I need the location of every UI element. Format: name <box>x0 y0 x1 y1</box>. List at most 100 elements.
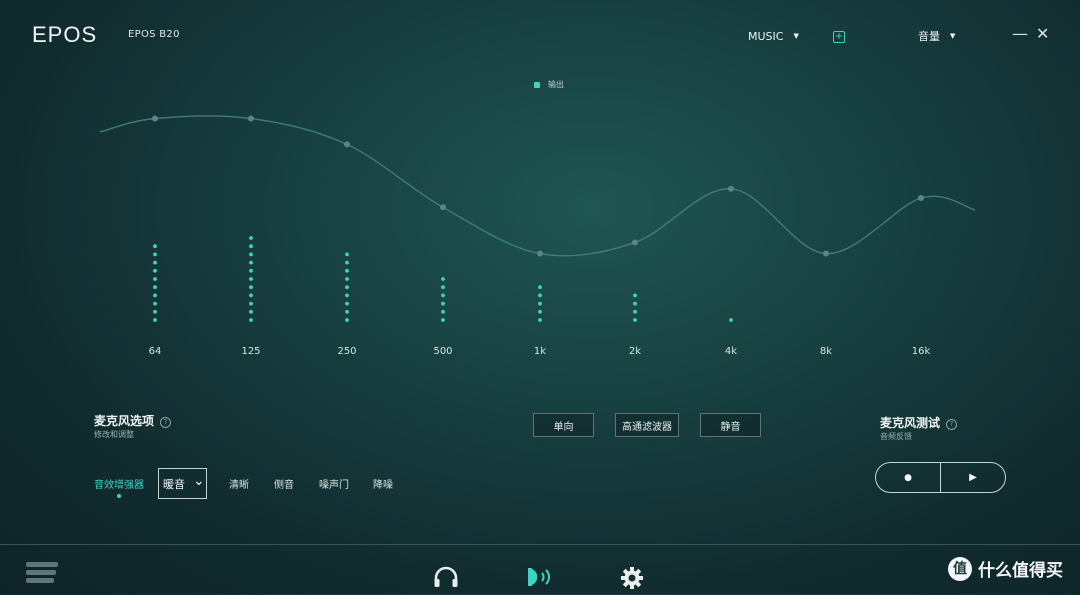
eq-handle-250[interactable] <box>344 141 350 148</box>
level-dot <box>153 252 157 257</box>
eq-handle-125[interactable] <box>248 115 254 122</box>
unidirectional-button[interactable]: 单向 <box>533 413 594 437</box>
active-tab-indicator <box>117 494 121 498</box>
eq-handle-2k[interactable] <box>632 239 638 246</box>
tab-clarity[interactable]: 清晰 <box>229 476 249 491</box>
mic-test-controls: ● ▶ <box>875 462 1006 493</box>
freq-label-8k: 8k <box>820 346 832 357</box>
level-dot <box>249 236 253 240</box>
watermark: 值 什么值得买 <box>948 556 1063 581</box>
tab-noise-gate[interactable]: 噪声门 <box>319 476 349 491</box>
tab-sidetone[interactable]: 侧音 <box>274 476 294 491</box>
level-dot <box>345 318 349 322</box>
eq-handle-1k[interactable] <box>537 250 543 257</box>
level-dot <box>441 309 445 314</box>
level-dot <box>345 309 349 314</box>
record-icon: ● <box>904 472 912 483</box>
tab-noise-reduction[interactable]: 降噪 <box>373 476 393 491</box>
mic-test-title: 麦克风测试 <box>880 416 941 430</box>
freq-label-500: 500 <box>433 346 452 357</box>
level-bar-250 <box>345 252 349 322</box>
level-dot <box>441 293 445 298</box>
level-dot <box>441 285 445 290</box>
freq-label-125: 125 <box>241 346 260 357</box>
equalizer-chart[interactable]: 64 125 250 500 1k 2k 4k 8k 16k <box>0 0 1080 370</box>
level-dot <box>345 252 349 257</box>
microphone-icon[interactable] <box>527 566 553 592</box>
help-icon[interactable]: ? <box>946 419 958 430</box>
enhancer-select[interactable]: 暖音 ⌄ <box>158 468 207 499</box>
level-dot <box>249 260 253 265</box>
tab-sound-enhancer[interactable]: 音效增强器 <box>94 476 144 491</box>
level-dot <box>538 293 542 298</box>
level-dot <box>538 318 542 322</box>
play-icon: ▶ <box>969 472 977 483</box>
help-icon[interactable]: ? <box>160 417 172 428</box>
level-dot <box>249 277 253 281</box>
headphone-icon[interactable] <box>433 566 459 593</box>
level-dot <box>153 309 157 314</box>
freq-label-64: 64 <box>149 346 162 357</box>
level-dot <box>441 277 445 281</box>
mic-options-header: 麦克风选项? 修改和调整 <box>94 412 172 440</box>
level-dot <box>249 301 253 306</box>
level-dot <box>249 309 253 314</box>
highpass-filter-button[interactable]: 高通滤波器 <box>615 413 679 437</box>
level-dot <box>345 277 349 281</box>
chevron-down-icon: ⌄ <box>193 472 205 489</box>
mic-test-subtitle: 音频反馈 <box>880 432 912 441</box>
mute-button[interactable]: 静音 <box>700 413 761 437</box>
record-button[interactable]: ● <box>876 463 941 492</box>
level-dot <box>153 260 157 265</box>
level-dot <box>153 285 157 290</box>
freq-label-16k: 16k <box>912 346 931 357</box>
level-dot <box>345 285 349 290</box>
gear-icon[interactable] <box>620 566 644 594</box>
level-dot <box>633 301 637 306</box>
level-dot <box>441 318 445 322</box>
play-button[interactable]: ▶ <box>941 463 1005 492</box>
level-dot <box>633 293 637 298</box>
eq-handle-8k[interactable] <box>823 250 829 257</box>
menu-stack-icon[interactable] <box>26 562 58 586</box>
watermark-text: 什么值得买 <box>978 561 1063 581</box>
level-dot <box>153 268 157 273</box>
level-dot <box>345 293 349 298</box>
watermark-logo-icon: 值 <box>948 556 972 581</box>
level-dot <box>153 277 157 281</box>
level-dot <box>153 244 157 249</box>
eq-handle-64[interactable] <box>152 115 158 122</box>
level-dot <box>345 301 349 306</box>
level-dot <box>633 309 637 314</box>
eq-handle-500[interactable] <box>440 204 446 211</box>
level-dot <box>249 252 253 257</box>
level-bar-2k <box>633 293 637 322</box>
level-dot <box>153 293 157 298</box>
level-bar-500 <box>441 277 445 322</box>
level-bar-64 <box>153 244 157 322</box>
level-dot <box>538 301 542 306</box>
level-dot <box>249 285 253 290</box>
freq-label-4k: 4k <box>725 346 737 357</box>
level-dot <box>153 318 157 322</box>
freq-label-2k: 2k <box>629 346 641 357</box>
level-dot <box>249 293 253 298</box>
mic-test-header: 麦克风测试? 音频反馈 <box>880 414 958 442</box>
level-dot <box>538 309 542 314</box>
eq-handle-4k[interactable] <box>728 185 734 192</box>
mic-options-title: 麦克风选项 <box>94 414 155 428</box>
level-bar-125 <box>249 236 253 322</box>
level-dot <box>153 301 157 306</box>
level-dot <box>345 260 349 265</box>
enhancer-select-value: 暖音 <box>163 477 185 491</box>
freq-label-250: 250 <box>337 346 356 357</box>
level-bar-1k <box>538 285 542 322</box>
eq-handle-16k[interactable] <box>918 195 924 202</box>
eq-curve <box>99 115 976 257</box>
level-dot <box>441 301 445 306</box>
level-dot <box>729 318 733 322</box>
mic-options-subtitle: 修改和调整 <box>94 430 134 439</box>
level-dot <box>249 244 253 249</box>
level-bar-4k <box>729 318 733 322</box>
level-dot <box>345 268 349 273</box>
